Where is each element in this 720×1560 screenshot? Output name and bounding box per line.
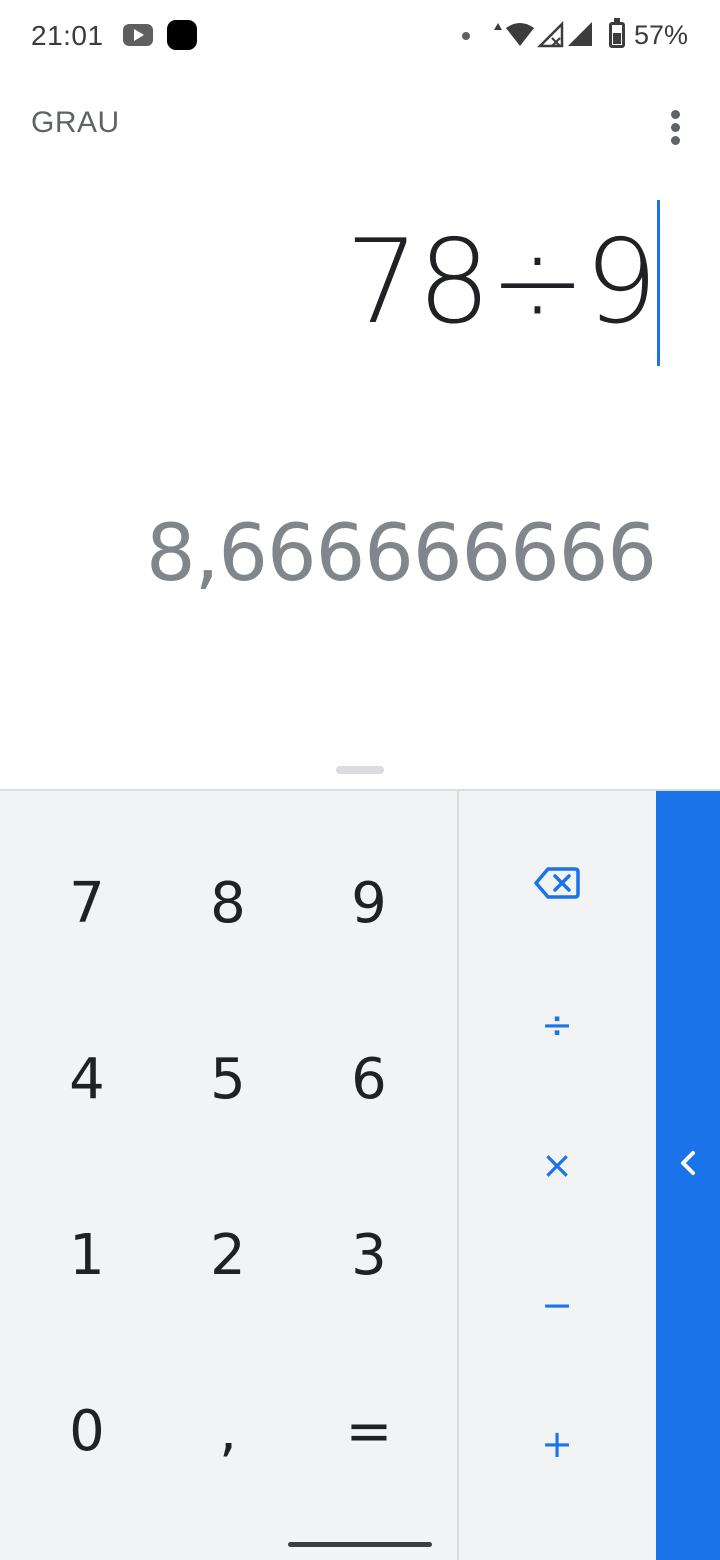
- key-8[interactable]: 8: [158, 833, 298, 973]
- key-2[interactable]: 2: [158, 1185, 298, 1325]
- svg-text:5: 5: [526, 36, 532, 47]
- backspace-icon: [534, 867, 580, 899]
- key-9[interactable]: 9: [299, 833, 439, 973]
- key-0[interactable]: 0: [17, 1361, 157, 1501]
- equals-key[interactable]: =: [299, 1361, 439, 1501]
- battery-icon: [609, 18, 625, 48]
- delete-button[interactable]: [487, 833, 627, 933]
- text-cursor: [657, 200, 660, 366]
- key-6[interactable]: 6: [299, 1009, 439, 1149]
- more-vert-icon[interactable]: [660, 106, 692, 148]
- dot-icon: [462, 32, 470, 40]
- key-5[interactable]: 5: [158, 1009, 298, 1149]
- home-indicator[interactable]: [288, 1542, 432, 1547]
- key-4[interactable]: 4: [17, 1009, 157, 1149]
- chevron-left-icon: [681, 1151, 695, 1175]
- key-3[interactable]: 3: [299, 1185, 439, 1325]
- signal-icon: [568, 22, 592, 46]
- angle-mode-button[interactable]: GRAU: [31, 106, 120, 140]
- keypad: 7 8 9 4 5 6 1 2 3 0 , = ÷ × − +: [0, 791, 720, 1560]
- key-1[interactable]: 1: [17, 1185, 157, 1325]
- signal-icon: [536, 20, 564, 48]
- formula-text: 78÷9: [345, 215, 658, 350]
- status-bar: 21:01 5 57%: [0, 0, 720, 72]
- multiply-button[interactable]: ×: [487, 1115, 627, 1215]
- app-notification-icon: [167, 20, 197, 50]
- minus-button[interactable]: −: [487, 1255, 627, 1355]
- result-preview: 8,666666666: [145, 509, 657, 599]
- numeric-pad: 7 8 9 4 5 6 1 2 3 0 , =: [0, 791, 458, 1560]
- youtube-icon: [123, 24, 153, 46]
- operator-pad: ÷ × − +: [459, 791, 656, 1560]
- battery-percent: 57%: [634, 20, 689, 50]
- network-icons: 5: [494, 20, 592, 48]
- divide-button[interactable]: ÷: [487, 975, 627, 1075]
- advanced-panel-toggle[interactable]: [656, 791, 720, 1560]
- plus-button[interactable]: +: [487, 1394, 627, 1494]
- decimal-key[interactable]: ,: [158, 1361, 298, 1501]
- status-time: 21:01: [31, 20, 104, 51]
- drag-handle[interactable]: [336, 766, 384, 774]
- formula-field[interactable]: 78÷9: [345, 200, 660, 366]
- wifi-icon: 5: [494, 23, 534, 47]
- key-7[interactable]: 7: [17, 833, 157, 973]
